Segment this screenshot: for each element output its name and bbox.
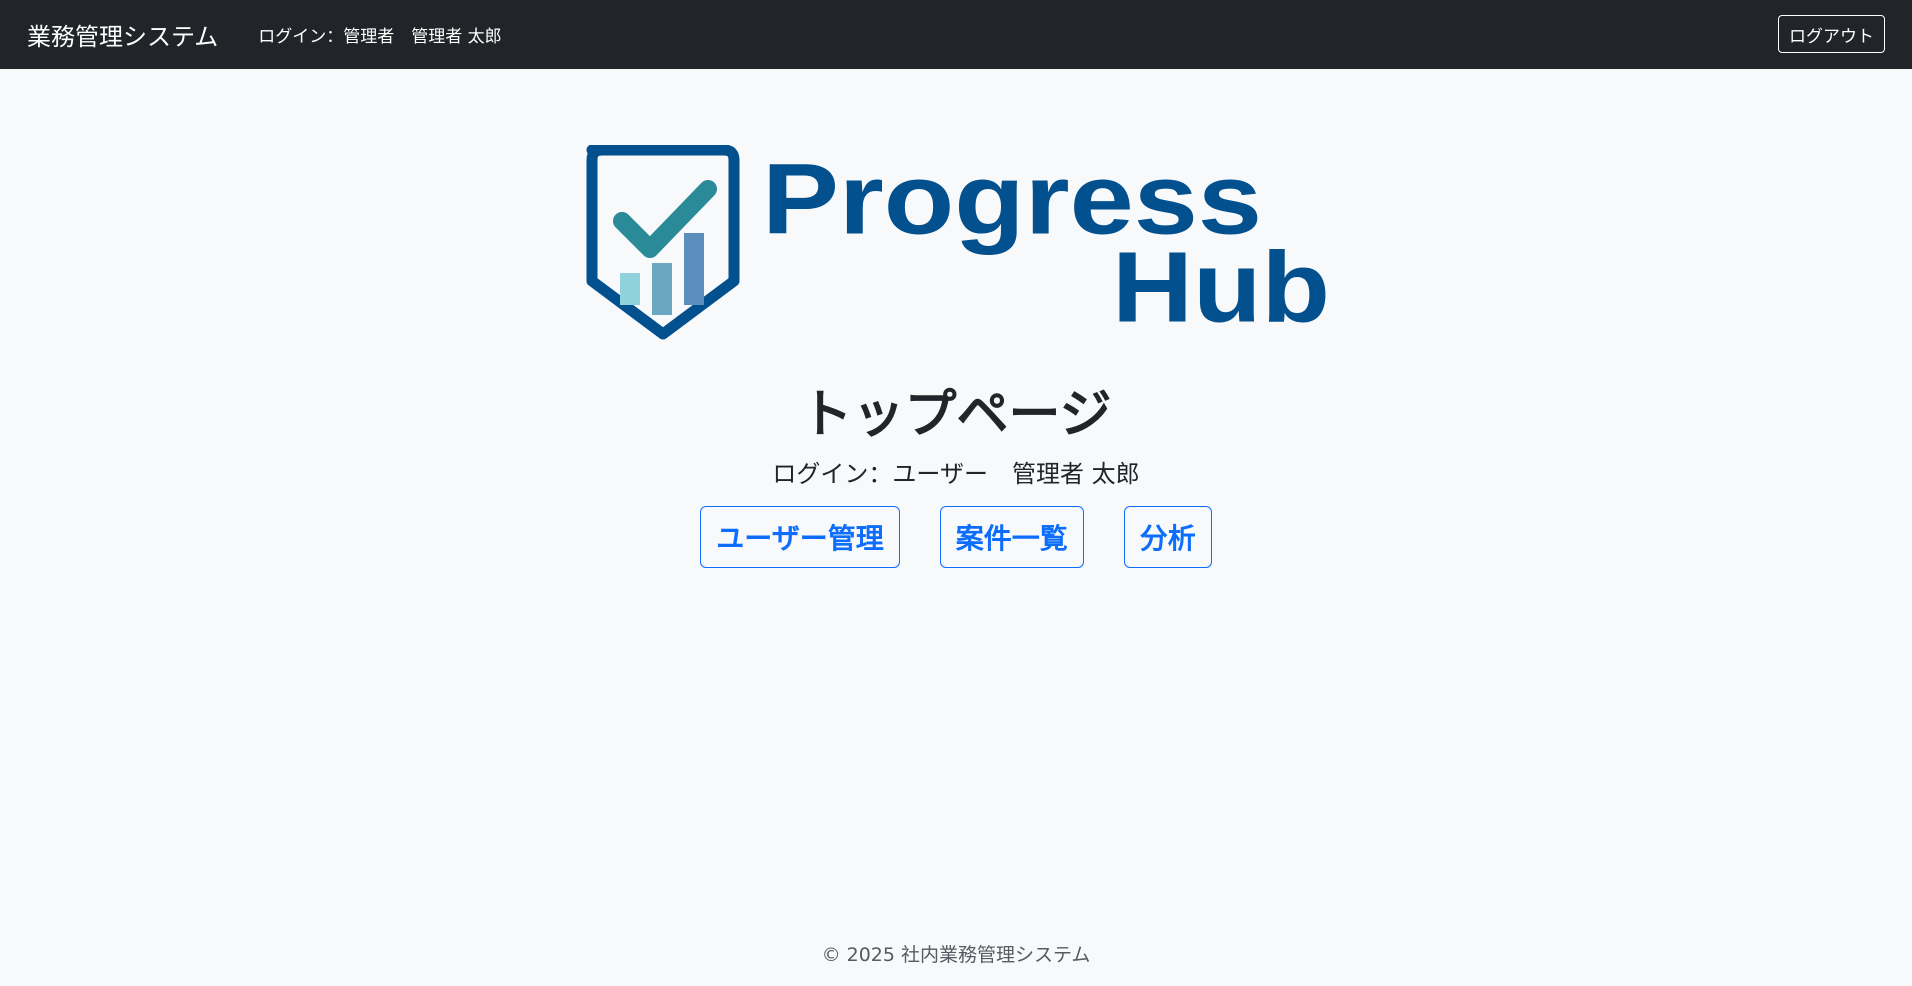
logout-button[interactable]: ログアウト: [1778, 15, 1885, 53]
footer-copyright: © 2025 社内業務管理システム: [821, 944, 1091, 966]
app-brand[interactable]: 業務管理システム: [27, 17, 218, 52]
chart-bar-2: [652, 263, 672, 315]
logo-text-hub: Hub: [1112, 231, 1330, 343]
chart-bar-1: [620, 273, 640, 305]
chart-bar-3: [684, 233, 704, 305]
main-nav-buttons: ユーザー管理 案件一覧 分析: [0, 506, 1912, 568]
navbar-user-info: ログイン：管理者 管理者 太郎: [258, 27, 502, 47]
user-management-button[interactable]: ユーザー管理: [700, 506, 900, 568]
project-list-button[interactable]: 案件一覧: [939, 506, 1084, 568]
progress-hub-logo: Progress Hub: [586, 145, 1330, 343]
page-title: トップページ: [800, 385, 1112, 445]
top-navbar: 業務管理システム ログイン：管理者 管理者 太郎 ログアウト: [0, 0, 1912, 69]
login-info: ログイン：ユーザー 管理者 太郎: [772, 460, 1140, 488]
analysis-button[interactable]: 分析: [1123, 506, 1212, 568]
